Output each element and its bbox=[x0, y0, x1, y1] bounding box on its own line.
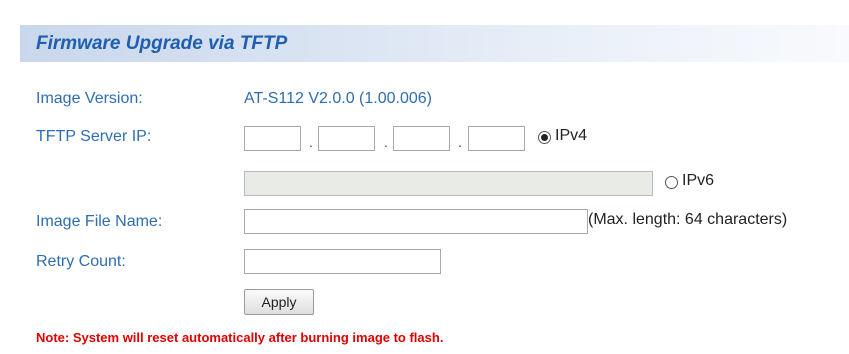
octet-separator: . bbox=[309, 134, 313, 150]
firmware-upgrade-page: Firmware Upgrade via TFTP Image Version:… bbox=[0, 0, 849, 354]
image-file-name-label: Image File Name: bbox=[36, 213, 163, 230]
reset-note: Note: System will reset automatically af… bbox=[36, 330, 444, 345]
ipv4-octet-4-input[interactable] bbox=[468, 126, 525, 151]
ipv4-octet-3-input[interactable] bbox=[393, 126, 450, 151]
section-header: Firmware Upgrade via TFTP bbox=[20, 25, 849, 62]
ipv6-radio-label[interactable]: IPv6 bbox=[682, 172, 714, 190]
page-title: Firmware Upgrade via TFTP bbox=[36, 33, 288, 54]
ipv6-radio[interactable] bbox=[665, 176, 678, 189]
image-file-name-input[interactable] bbox=[244, 209, 588, 234]
image-version-label: Image Version: bbox=[36, 90, 143, 107]
octet-separator: . bbox=[458, 134, 462, 150]
image-version-value: AT-S112 V2.0.0 (1.00.006) bbox=[244, 90, 432, 107]
ipv4-radio[interactable] bbox=[538, 131, 551, 144]
retry-count-label: Retry Count: bbox=[36, 253, 126, 270]
apply-button[interactable]: Apply bbox=[244, 289, 314, 315]
octet-separator: . bbox=[384, 134, 388, 150]
max-length-hint: (Max. length: 64 characters) bbox=[588, 211, 788, 228]
retry-count-input[interactable] bbox=[244, 249, 441, 274]
ipv4-octet-2-input[interactable] bbox=[318, 126, 375, 151]
ipv4-radio-label[interactable]: IPv4 bbox=[555, 127, 587, 145]
ipv6-address-input[interactable] bbox=[244, 171, 653, 196]
ipv4-octet-1-input[interactable] bbox=[244, 126, 301, 151]
tftp-server-ip-label: TFTP Server IP: bbox=[36, 128, 152, 145]
